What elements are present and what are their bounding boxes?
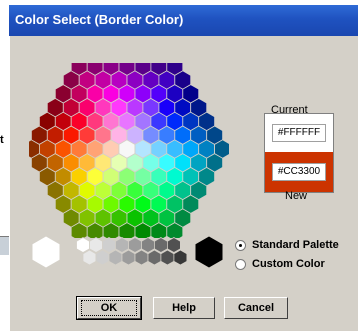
gray-swatch[interactable] [102, 237, 116, 253]
custom-color-label: Custom Color [252, 258, 325, 270]
background-window [0, 0, 8, 331]
gray-swatch[interactable] [173, 249, 188, 266]
gray-swatch[interactable] [76, 237, 90, 253]
gray-swatch[interactable] [89, 237, 103, 253]
gray-swatch[interactable] [141, 237, 155, 253]
standard-palette-radio[interactable] [235, 239, 246, 251]
ok-button-label: OK [81, 300, 137, 316]
ok-button[interactable]: OK [76, 296, 142, 320]
gray-swatch[interactable] [160, 249, 175, 266]
gray-swatch[interactable] [154, 237, 168, 253]
dialog-title: Color Select (Border Color) [15, 12, 184, 27]
custom-color-option[interactable]: Custom Color [235, 255, 325, 273]
grayscale-palette[interactable] [29, 233, 229, 273]
color-hexagon-palette[interactable] [29, 63, 229, 238]
standard-palette-label: Standard Palette [252, 239, 339, 251]
new-color-value: #CC3300 [272, 163, 326, 181]
gray-swatch[interactable] [82, 249, 97, 266]
color-preview: #FFFFFF #CC3300 [264, 113, 334, 193]
gray-swatch[interactable] [147, 249, 162, 266]
gray-swatch[interactable] [108, 249, 123, 266]
title-bar[interactable]: Color Select (Border Color) [9, 5, 358, 36]
color-select-dialog: Color Select (Border Color) Current #FFF… [9, 5, 358, 331]
gray-swatch[interactable] [166, 237, 181, 253]
gray-swatch[interactable] [194, 235, 224, 269]
current-color-value: #FFFFFF [272, 124, 326, 142]
gray-swatch[interactable] [121, 249, 136, 266]
standard-palette-option[interactable]: Standard Palette [235, 236, 339, 254]
gray-swatch[interactable] [134, 249, 149, 266]
gray-swatch[interactable] [31, 235, 61, 269]
new-label: New [285, 190, 308, 202]
gray-swatch[interactable] [128, 237, 142, 253]
help-button[interactable]: Help [153, 297, 215, 319]
current-color-swatch: #FFFFFF [265, 114, 333, 152]
custom-color-radio[interactable] [235, 258, 246, 270]
background-label: t [0, 134, 4, 146]
gray-swatch[interactable] [95, 249, 110, 266]
new-color-swatch: #CC3300 [265, 152, 333, 192]
gray-swatch[interactable] [115, 237, 129, 253]
cancel-button[interactable]: Cancel [224, 297, 288, 319]
